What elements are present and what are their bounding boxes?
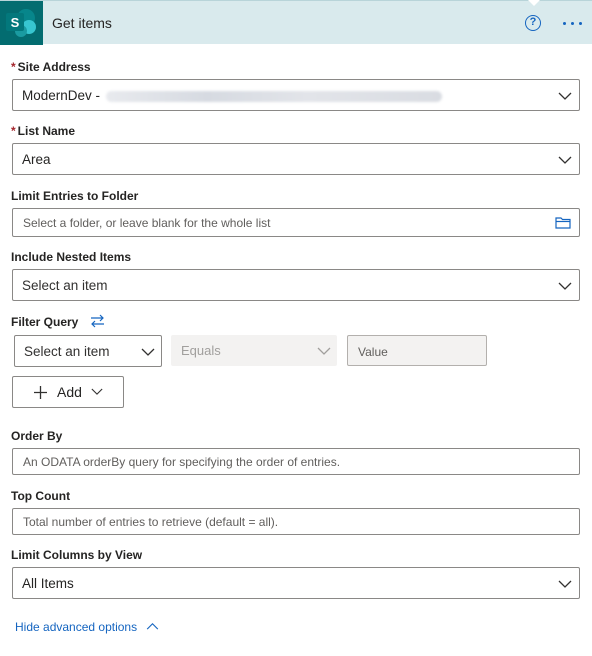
hide-advanced-options-label: Hide advanced options: [15, 620, 138, 634]
folder-picker-icon[interactable]: [555, 216, 571, 229]
filter-query-label: Filter Query: [11, 315, 79, 329]
help-icon[interactable]: ?: [525, 15, 541, 31]
action-card-header[interactable]: S Get items ?: [0, 0, 592, 45]
columns-view-label: Limit Columns by View: [11, 548, 143, 562]
add-filter-button[interactable]: Add: [12, 376, 124, 408]
columns-view-value: All Items: [22, 576, 74, 591]
site-address-label-text: Site Address: [17, 60, 91, 74]
chevron-up-icon: [147, 623, 159, 630]
list-name-label-text: List Name: [17, 124, 76, 138]
filter-value-placeholder: Value: [358, 345, 388, 359]
site-address-dropdown[interactable]: ModernDev -: [12, 79, 580, 111]
order-by-placeholder: An ODATA orderBy query for specifying th…: [23, 455, 341, 469]
nested-items-dropdown[interactable]: Select an item: [12, 269, 580, 301]
connector-notch: [528, 0, 540, 6]
chevron-down-icon: [558, 580, 572, 588]
filter-field-placeholder: Select an item: [24, 344, 110, 359]
logo-letter: S: [11, 15, 20, 30]
chevron-down-icon: [558, 156, 572, 164]
limit-folder-input[interactable]: Select a folder, or leave blank for the …: [12, 208, 580, 237]
redacted-url: [106, 90, 443, 102]
chevron-down-icon: [558, 92, 572, 100]
chevron-down-icon: [558, 282, 572, 290]
chevron-down-icon: [91, 388, 103, 395]
nested-items-label: Include Nested Items: [11, 250, 132, 264]
nested-items-placeholder: Select an item: [22, 278, 108, 293]
add-filter-label: Add: [57, 384, 82, 400]
switch-to-advanced-mode-icon[interactable]: [89, 314, 106, 328]
list-name-label: * List Name: [11, 124, 75, 138]
list-name-value: Area: [22, 152, 51, 167]
limit-folder-label: Limit Entries to Folder: [11, 189, 139, 203]
filter-field-dropdown[interactable]: Select an item: [14, 335, 162, 367]
action-title[interactable]: Get items: [52, 15, 112, 31]
columns-view-dropdown[interactable]: All Items: [12, 567, 580, 599]
site-address-value: ModernDev -: [22, 88, 443, 103]
hide-advanced-options-link[interactable]: Hide advanced options: [15, 620, 159, 634]
list-name-dropdown[interactable]: Area: [12, 143, 580, 175]
order-by-label: Order By: [11, 429, 63, 443]
filter-value-input[interactable]: Value: [347, 335, 487, 366]
chevron-down-icon: [141, 348, 155, 356]
filter-operator-dropdown[interactable]: Equals: [171, 335, 337, 366]
order-by-input[interactable]: An ODATA orderBy query for specifying th…: [12, 448, 580, 475]
top-count-label: Top Count: [11, 489, 71, 503]
top-count-input[interactable]: Total number of entries to retrieve (def…: [12, 508, 580, 535]
site-address-text: ModernDev -: [22, 88, 101, 103]
required-marker: *: [11, 124, 16, 138]
site-address-label: * Site Address: [11, 60, 91, 74]
plus-icon: [34, 386, 47, 399]
required-marker: *: [11, 60, 16, 74]
chevron-down-icon: [317, 347, 331, 355]
more-options-icon[interactable]: [561, 11, 585, 31]
top-count-placeholder: Total number of entries to retrieve (def…: [23, 515, 279, 529]
limit-folder-placeholder: Select a folder, or leave blank for the …: [23, 216, 271, 230]
filter-operator-value: Equals: [181, 343, 221, 358]
sharepoint-logo-icon: S: [0, 1, 43, 45]
